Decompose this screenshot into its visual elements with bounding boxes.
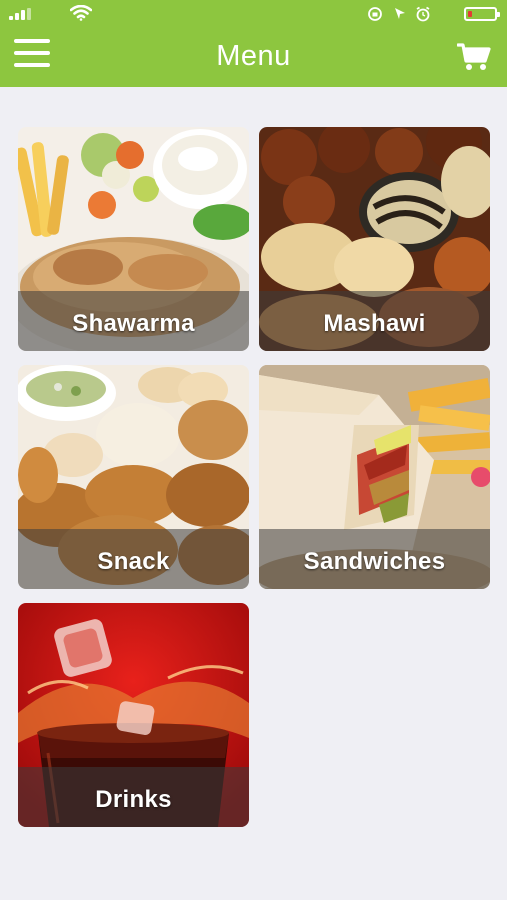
page-title: Menu bbox=[216, 40, 291, 72]
category-label: Mashawi bbox=[323, 310, 426, 337]
status-icons bbox=[368, 6, 430, 22]
category-tile-sandwiches[interactable]: Sandwiches bbox=[259, 365, 490, 589]
cart-icon[interactable] bbox=[457, 42, 491, 72]
category-tile-shawarma[interactable]: Shawarma bbox=[18, 127, 249, 351]
app-header: Menu bbox=[0, 0, 507, 87]
category-label: Shawarma bbox=[72, 310, 195, 337]
battery-icon bbox=[464, 7, 500, 21]
category-tile-snack[interactable]: Snack bbox=[18, 365, 249, 589]
category-label: Drinks bbox=[95, 786, 172, 813]
category-tile-drinks[interactable]: Drinks bbox=[18, 603, 249, 827]
category-label: Snack bbox=[97, 548, 170, 575]
category-tile-mashawi[interactable]: Mashawi bbox=[259, 127, 490, 351]
signal-icon bbox=[9, 8, 35, 20]
status-bar bbox=[0, 0, 507, 30]
alarm-icon bbox=[416, 6, 430, 22]
category-label: Sandwiches bbox=[303, 548, 446, 575]
wifi-icon bbox=[70, 5, 92, 21]
rotation-lock-icon bbox=[368, 7, 382, 21]
location-icon bbox=[395, 8, 405, 19]
